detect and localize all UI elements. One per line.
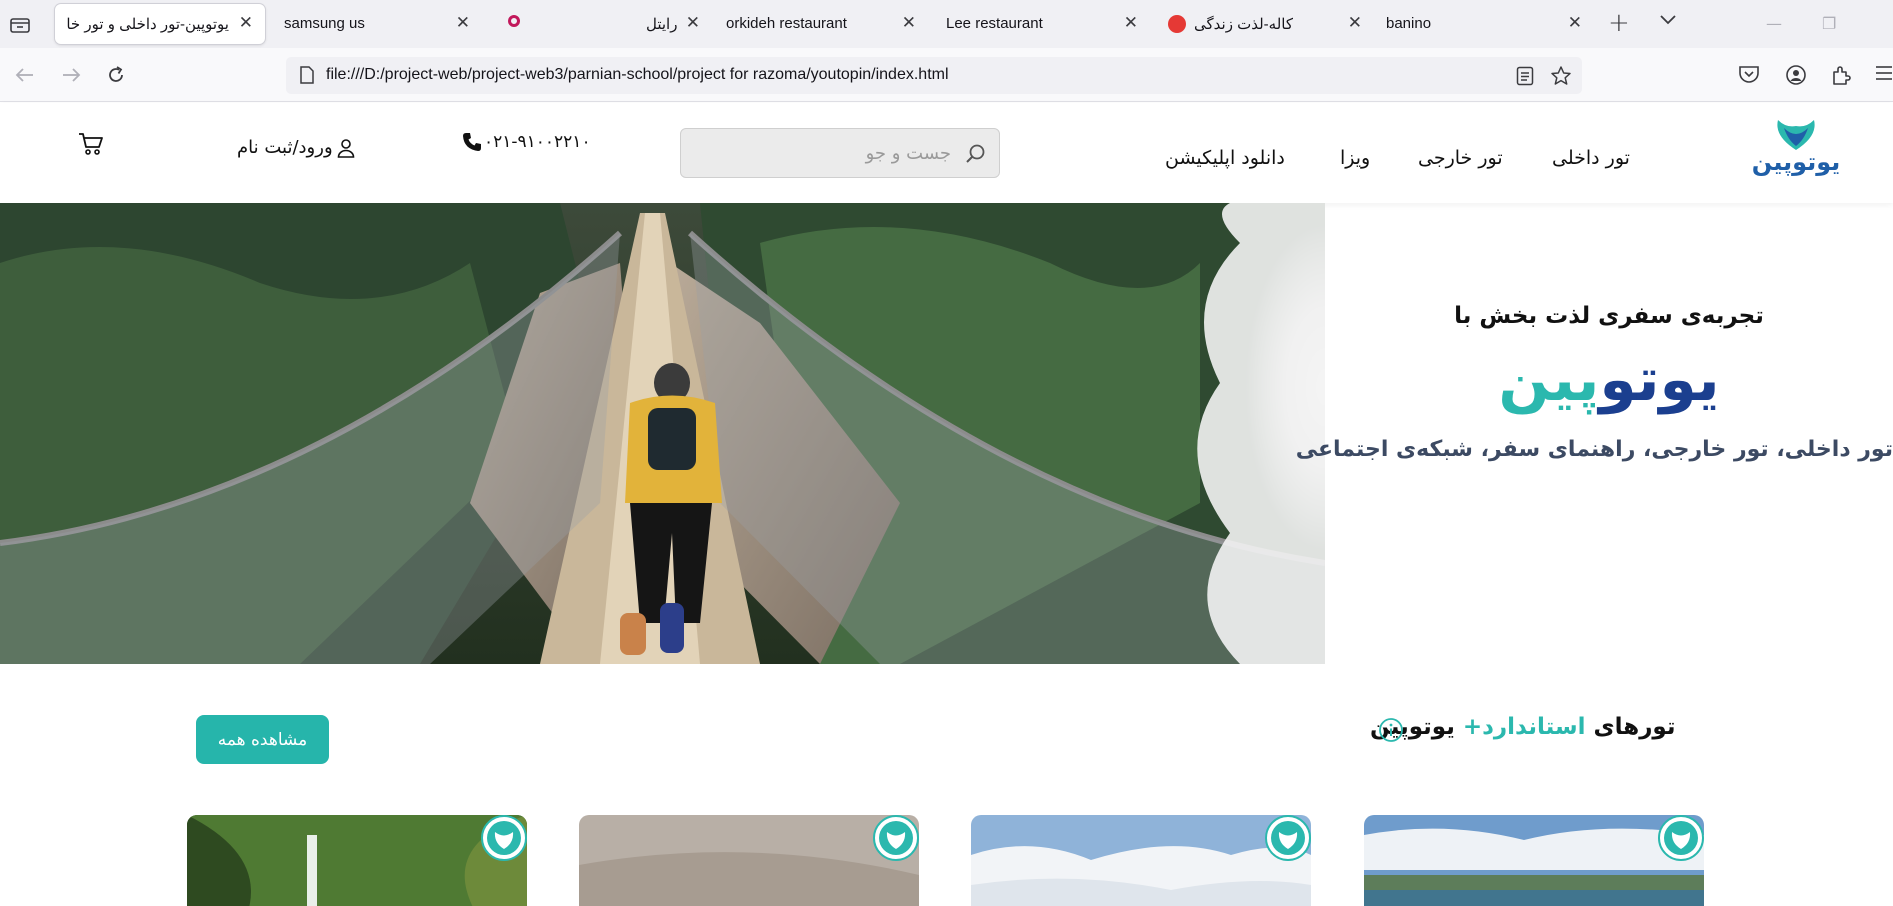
close-icon[interactable]: ✕ xyxy=(456,14,470,31)
tour-card[interactable] xyxy=(971,815,1311,906)
menu-icon[interactable] xyxy=(1876,64,1892,86)
tab-youtopin[interactable]: یوتوپین-تور داخلی و تور خا ✕ xyxy=(55,4,265,44)
search-input[interactable] xyxy=(691,139,951,167)
tab-samsung[interactable]: samsung us ✕ xyxy=(272,4,482,44)
user-icon xyxy=(337,138,354,158)
url-text: file:///D:/project-web/project-web3/parn… xyxy=(326,66,949,83)
new-tab-icon[interactable]: + xyxy=(1608,8,1630,38)
tab-title: banino xyxy=(1386,15,1432,32)
heart-badge-icon xyxy=(1658,815,1704,861)
hero-brand-part1: یوتو xyxy=(1599,345,1720,415)
firefox-view-icon[interactable] xyxy=(6,12,34,38)
hero-brand: یوتوپین xyxy=(1325,345,1893,415)
hero-tagline: تجربه‌ی سفری لذت بخش با xyxy=(1454,303,1764,329)
browser-nav-bar: file:///D:/project-web/project-web3/parn… xyxy=(0,48,1893,102)
hero-subtitle: تور داخلی، تور خارجی، راهنمای سفر، شبکه‌… xyxy=(1295,437,1893,462)
nav-download-app[interactable]: دانلود اپلیکیشن xyxy=(1165,147,1285,169)
tab-title: رایتل xyxy=(646,16,678,33)
close-icon[interactable]: ✕ xyxy=(1348,14,1362,31)
tour-card[interactable] xyxy=(579,815,919,906)
back-icon[interactable] xyxy=(12,62,38,88)
close-icon[interactable]: ✕ xyxy=(1124,14,1138,31)
title-accent: استاندارد+ xyxy=(1462,714,1586,740)
tour-card-image xyxy=(1364,815,1704,906)
restore-icon[interactable]: ❐ xyxy=(1822,14,1836,33)
tab-title: orkideh restaurant xyxy=(726,15,847,32)
nav-foreign-tour[interactable]: تور خارجی xyxy=(1418,147,1503,169)
logo-text: یوتوپین xyxy=(1751,148,1841,176)
tab-title: Lee restaurant xyxy=(946,15,1043,32)
login-text: ورود/ثبت نام xyxy=(237,137,333,158)
tab-rightel[interactable]: رایتل ✕ xyxy=(500,4,710,44)
close-icon[interactable]: ✕ xyxy=(239,14,253,31)
tab-title: کاله-لذت زندگی xyxy=(1194,16,1293,33)
bookmark-star-icon[interactable] xyxy=(1550,65,1572,91)
tour-card[interactable] xyxy=(187,815,527,906)
tour-card-image xyxy=(971,815,1311,906)
close-icon[interactable]: ✕ xyxy=(902,14,916,31)
tour-card[interactable] xyxy=(1364,815,1704,906)
heart-badge-icon xyxy=(481,815,527,861)
page-icon xyxy=(300,66,314,88)
search-icon[interactable] xyxy=(965,143,987,169)
phone-number[interactable]: ۰۲۱-۹۱۰۰۲۲۱۰ xyxy=(462,132,591,152)
close-icon[interactable]: ✕ xyxy=(686,14,700,31)
view-all-button[interactable]: مشاهده همه xyxy=(196,715,329,764)
tour-card-image xyxy=(187,815,527,906)
forward-icon[interactable] xyxy=(58,62,84,88)
title-prefix: تورهای xyxy=(1593,714,1676,740)
reload-icon[interactable] xyxy=(103,62,129,88)
minimize-icon[interactable]: — xyxy=(1766,14,1782,33)
site-logo[interactable]: یوتوپین xyxy=(1748,118,1844,184)
hero-brand-part2: پین xyxy=(1498,345,1600,415)
reader-view-icon[interactable] xyxy=(1516,66,1534,90)
close-icon[interactable]: ✕ xyxy=(1568,14,1582,31)
tab-lee[interactable]: Lee restaurant ✕ xyxy=(936,4,1146,44)
browser-tab-strip: یوتوپین-تور داخلی و تور خا ✕ samsung us … xyxy=(0,0,1893,48)
extensions-icon[interactable] xyxy=(1830,64,1852,90)
site-header: یوتوپین تور داخلی تور خارجی ویزا دانلود … xyxy=(0,103,1893,203)
cart-icon[interactable] xyxy=(78,132,104,160)
pocket-icon[interactable] xyxy=(1738,64,1760,88)
tab-orkideh[interactable]: orkideh restaurant ✕ xyxy=(716,4,926,44)
tab-title: samsung us xyxy=(284,15,365,32)
search-box xyxy=(680,128,1000,178)
login-register-link[interactable]: ورود/ثبت نام xyxy=(237,137,355,158)
list-all-tabs-icon[interactable] xyxy=(1658,12,1678,31)
tab-title: یوتوپین-تور داخلی و تور خا xyxy=(66,16,229,33)
heart-badge-icon xyxy=(873,815,919,861)
phone-icon xyxy=(463,133,481,151)
hero-bridge-image xyxy=(0,203,1325,664)
tab-kaleh[interactable]: کاله-لذت زندگی ✕ xyxy=(1160,4,1370,44)
url-bar[interactable]: file:///D:/project-web/project-web3/parn… xyxy=(286,57,1582,94)
tours-section-title: تورهای استاندارد+ یوتوپین xyxy=(1370,714,1676,740)
heart-badge-icon xyxy=(1265,815,1311,861)
account-icon[interactable] xyxy=(1785,64,1807,90)
nav-visa[interactable]: ویزا xyxy=(1340,147,1370,169)
nav-domestic-tour[interactable]: تور داخلی xyxy=(1552,147,1630,169)
kaleh-favicon-icon xyxy=(1168,15,1186,33)
tour-card-image xyxy=(579,815,919,906)
rightel-favicon-icon xyxy=(508,15,520,27)
hero-text-block: تجربه‌ی سفری لذت بخش با یوتوپین تور داخل… xyxy=(1295,203,1893,664)
phone-text: ۰۲۱-۹۱۰۰۲۲۱۰ xyxy=(484,132,591,152)
tab-banino[interactable]: banino ✕ xyxy=(1380,4,1590,44)
info-icon[interactable] xyxy=(1378,717,1404,747)
